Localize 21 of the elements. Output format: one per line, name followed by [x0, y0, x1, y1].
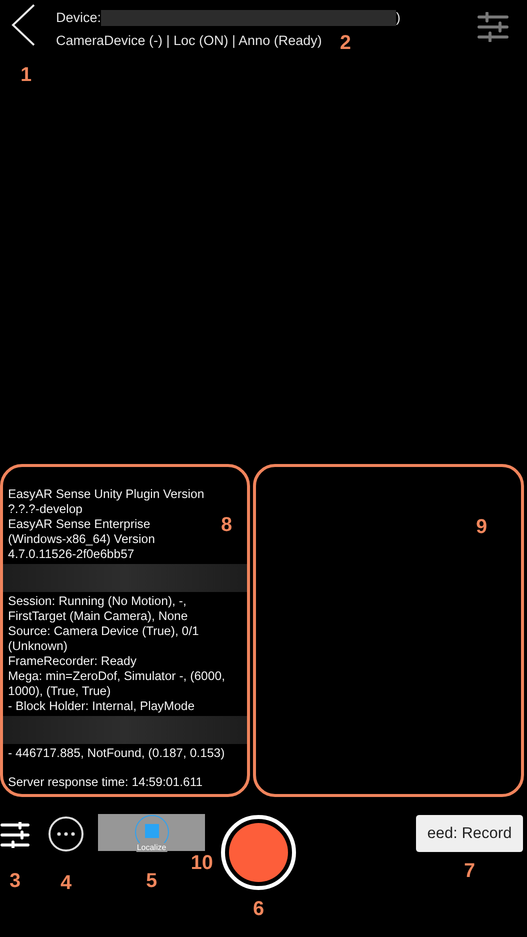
callout-number: 2 [340, 32, 351, 54]
mode-button[interactable]: eed: Record [416, 815, 523, 852]
more-icon[interactable] [48, 816, 84, 852]
device-suffix: ) [396, 9, 401, 26]
callout-number: 6 [252, 898, 264, 920]
callout-number: 10 [190, 852, 213, 874]
info-text: EasyAR Sense Unity Plugin Version ?.?.?-develop EasyAR Sense Enterprise (Windows-x86_64) Version 4.7.0.11526-2f0e6bb57 [7, 487, 206, 562]
callout-number: 7 [464, 860, 476, 882]
callout-number: 1 [20, 64, 32, 86]
callout-number: 3 [9, 870, 21, 892]
info-text: - 446717.885, NotFound, (0.187, 0.153) [7, 746, 226, 761]
sliders-icon[interactable] [0, 822, 30, 848]
callout-number: 4 [60, 872, 72, 894]
info-text: Server response time: 14:59:01.611 [7, 775, 204, 790]
status-text: CameraDevice (-) | Loc (ON) | Anno (Ready) [56, 32, 322, 48]
settings-icon[interactable] [477, 12, 509, 42]
callout-number: 5 [146, 870, 158, 892]
callout-number: 9 [476, 516, 488, 538]
info-text: Session: Running (No Motion), -, FirstTarget (Main Camera), None Source: Camera Device (True), 0/1 (Unknown) FrameRecorder: Ready Mega: min=ZeroDof, Simulator -, (6000, 1000), (True, True) - Block Holder: Internal, PlayMode [7, 594, 226, 714]
callout-number: 8 [221, 514, 232, 536]
device-label: Device: [56, 9, 102, 26]
